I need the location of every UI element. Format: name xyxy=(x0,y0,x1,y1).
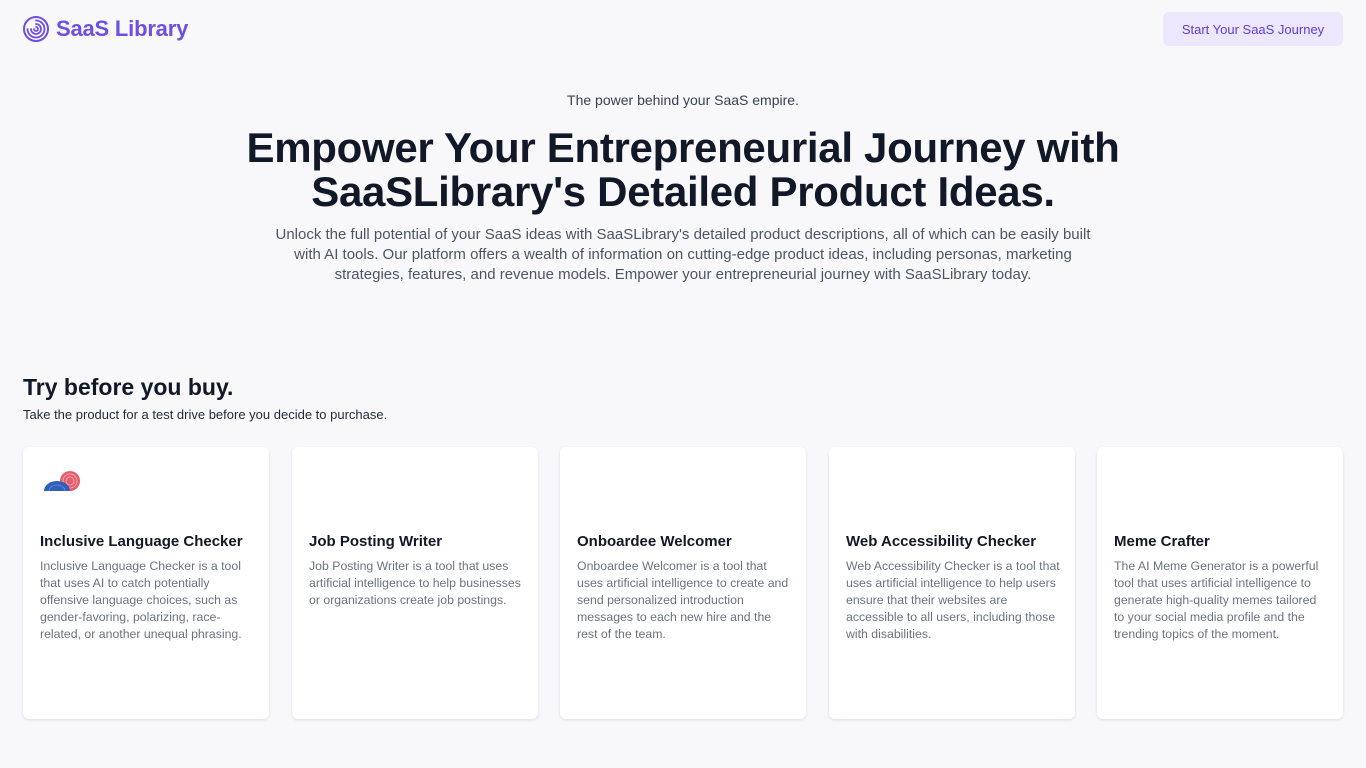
product-card-description: Job Posting Writer is a tool that uses a… xyxy=(309,559,521,607)
site-header: SaaS Library Start Your SaaS Journey xyxy=(0,0,1366,60)
product-card-description: The AI Meme Generator is a powerful tool… xyxy=(1114,559,1319,641)
speech-bubbles-icon xyxy=(44,471,80,491)
product-card-description: Inclusive Language Checker is a tool tha… xyxy=(40,559,242,641)
product-card-inclusive-language-checker[interactable]: Inclusive Language Checker Inclusive Lan… xyxy=(23,447,269,719)
product-card-meme-crafter[interactable]: Meme Crafter The AI Meme Generator is a … xyxy=(1097,447,1343,719)
hero-description: Unlock the full potential of your SaaS i… xyxy=(275,226,1091,283)
product-card-onboardee-welcomer[interactable]: Onboardee Welcomer Onboardee Welcomer is… xyxy=(560,447,806,719)
product-card-web-accessibility-checker[interactable]: Web Accessibility Checker Web Accessibil… xyxy=(829,447,1075,719)
product-card-title: Job Posting Writer xyxy=(309,533,443,550)
product-card-title: Web Accessibility Checker xyxy=(846,533,1037,550)
section-subtitle: Take the product for a test drive before… xyxy=(23,407,388,422)
product-card-title: Onboardee Welcomer xyxy=(577,533,732,550)
section-title: Try before you buy. xyxy=(23,374,234,400)
fingerprint-spiral-icon xyxy=(23,16,49,42)
product-card-job-posting-writer[interactable]: Job Posting Writer Job Posting Writer is… xyxy=(292,447,538,719)
product-card-description: Web Accessibility Checker is a tool that… xyxy=(846,559,1060,641)
hero-title: Empower Your Entrepreneurial Journey wit… xyxy=(246,124,1120,215)
product-card-description: Onboardee Welcomer is a tool that uses a… xyxy=(577,559,789,641)
product-card-title: Meme Crafter xyxy=(1114,533,1210,550)
hero-tagline: The power behind your SaaS empire. xyxy=(567,92,799,108)
brand-name: SaaS Library xyxy=(56,16,189,41)
product-card-grid: Inclusive Language Checker Inclusive Lan… xyxy=(23,447,1343,719)
start-journey-button[interactable]: Start Your SaaS Journey xyxy=(1163,12,1343,46)
brand-logo-link[interactable]: SaaS Library xyxy=(23,16,188,42)
product-card-title: Inclusive Language Checker xyxy=(40,533,243,550)
